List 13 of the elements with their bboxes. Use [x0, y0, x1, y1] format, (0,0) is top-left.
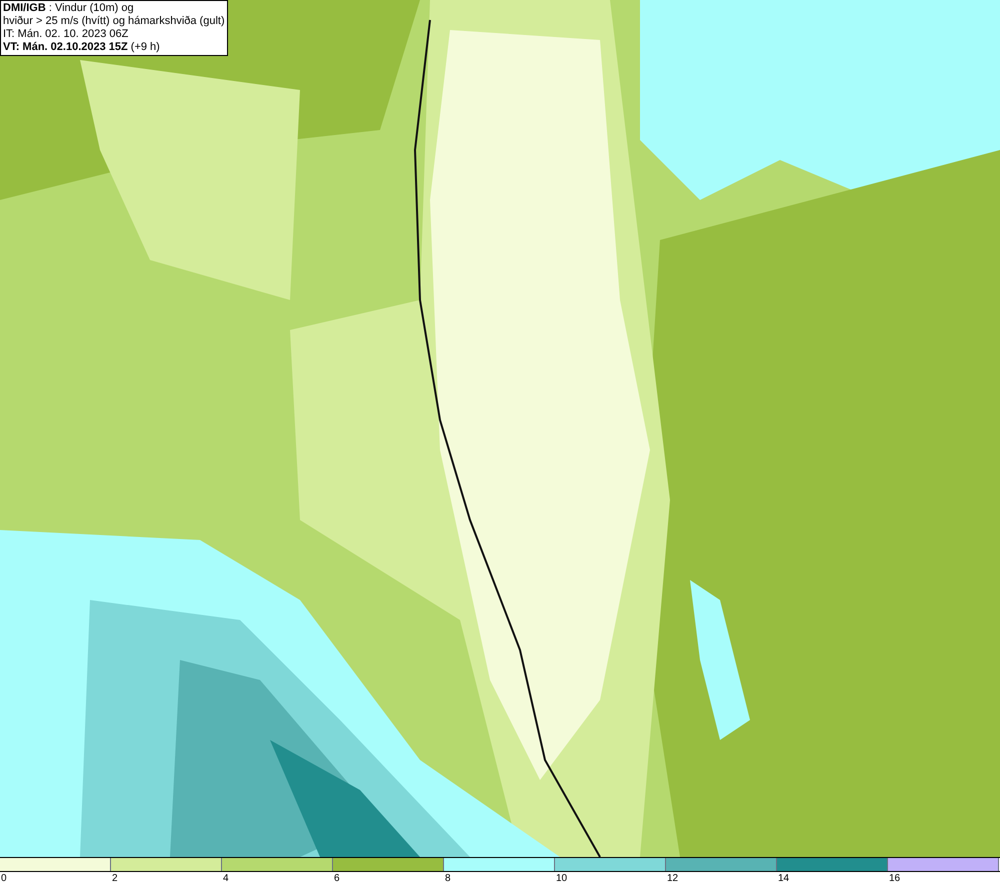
legend-tick-label: 2 — [112, 872, 118, 886]
header-text: IT: Mán. 02. 10. 2023 06Z — [3, 28, 130, 41]
legend-tick-label: 10 — [556, 872, 568, 886]
legend-tick-label: 4 — [223, 872, 229, 886]
legend-tick-label: 16 — [889, 872, 900, 886]
legend-tick-label: 0 — [1, 872, 7, 886]
header-text: DMI/IGB : Vindur (10m) og — [3, 2, 135, 15]
legend-tick-label: 6 — [334, 872, 340, 886]
legend-tick-label: 14 — [778, 872, 790, 886]
header-text: hviður > 25 m/s (hvítt) og hámarkshviða (gult) — [3, 15, 225, 28]
legend-tick-label: 8 — [445, 872, 451, 886]
header-text: VT: Mán. 02.10.2023 15Z (+9 h) — [3, 41, 161, 54]
legend-tick-label: 12 — [667, 872, 678, 886]
